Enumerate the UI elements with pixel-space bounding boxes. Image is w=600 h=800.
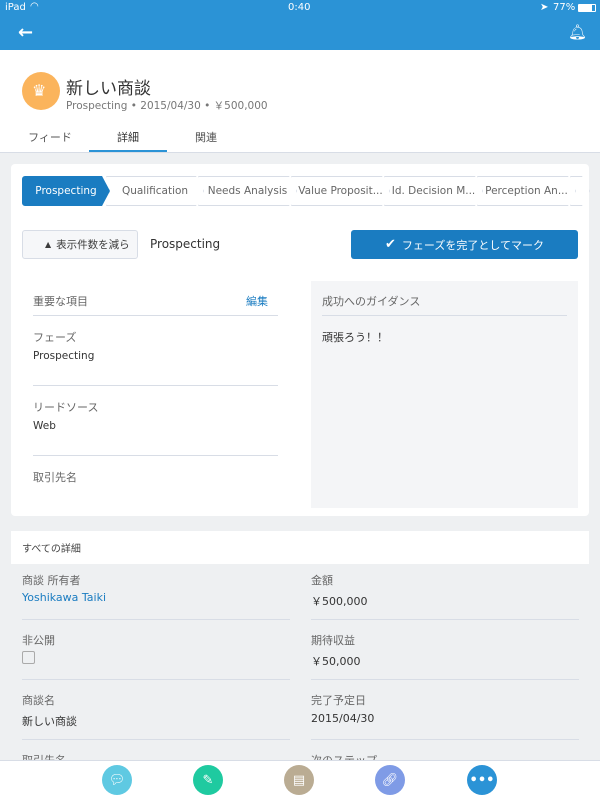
file-button[interactable]: ▤ bbox=[284, 765, 314, 795]
document-icon: ▤ bbox=[292, 772, 306, 788]
divider bbox=[311, 619, 579, 620]
field-label-close-date: 完了予定日 bbox=[311, 694, 366, 707]
device-label: iPad bbox=[5, 2, 26, 13]
battery-icon bbox=[578, 4, 596, 12]
back-arrow-icon[interactable]: ← bbox=[18, 22, 33, 43]
path-card: Prospecting Qualification Needs Analysis… bbox=[11, 164, 589, 516]
field-label-stage: フェーズ bbox=[33, 331, 77, 344]
field-label-expected-revenue: 期待収益 bbox=[311, 634, 355, 647]
page-title: 新しい商談 bbox=[66, 79, 151, 99]
field-value-stage: Prospecting bbox=[33, 350, 95, 362]
record-header: ♛ 新しい商談 Prospecting • 2015/04/30 • ￥500,… bbox=[0, 50, 600, 153]
pencil-icon: ✎ bbox=[202, 772, 214, 788]
path-step-perception-analysis[interactable]: Perception An... bbox=[477, 176, 576, 206]
owner-link[interactable]: Yoshikawa Taiki bbox=[22, 591, 106, 604]
opportunity-avatar: ♛ bbox=[22, 72, 60, 110]
field-label-amount: 金額 bbox=[311, 574, 333, 587]
all-details-header: すべての詳細 bbox=[11, 531, 589, 564]
mark-stage-complete-button[interactable]: ✔ フェーズを完了としてマーク bbox=[351, 230, 578, 259]
bell-icon[interactable]: 🔔︎ bbox=[568, 23, 587, 41]
all-details-title: すべての詳細 bbox=[22, 544, 81, 555]
checkmark-icon: ✔ bbox=[384, 237, 396, 252]
field-value-amount: ￥500,000 bbox=[311, 595, 368, 608]
field-label-account: 取引先名 bbox=[33, 471, 77, 484]
path-step-qualification[interactable]: Qualification bbox=[106, 176, 204, 206]
divider bbox=[22, 679, 290, 680]
location-icon: ➤ bbox=[540, 2, 549, 13]
field-value-close-date: 2015/04/30 bbox=[311, 712, 375, 725]
tab-details[interactable]: 詳細 bbox=[89, 129, 167, 145]
wifi-icon: ◠ bbox=[30, 1, 39, 12]
ellipsis-icon: ••• bbox=[469, 772, 495, 788]
guidance-panel: 成功へのガイダンス 頑張ろう！！ bbox=[311, 281, 578, 508]
guidance-title: 成功へのガイダンス bbox=[322, 295, 421, 308]
field-label-private: 非公開 bbox=[22, 634, 55, 647]
divider bbox=[311, 739, 579, 740]
crown-icon: ♛ bbox=[32, 81, 47, 100]
edit-link[interactable]: 編集 bbox=[246, 293, 268, 309]
divider bbox=[311, 679, 579, 680]
active-tab-indicator bbox=[89, 150, 167, 152]
field-label-owner: 商談 所有者 bbox=[22, 574, 81, 587]
divider bbox=[33, 315, 278, 316]
record-subtitle: Prospecting • 2015/04/30 • ￥500,000 bbox=[66, 100, 268, 112]
field-value-lead-source: Web bbox=[33, 420, 56, 432]
divider bbox=[22, 739, 290, 740]
clock: 0:40 bbox=[288, 2, 311, 13]
nav-bar: ← 🔔︎ bbox=[0, 16, 600, 50]
post-button[interactable]: 💬︎ bbox=[102, 765, 132, 795]
subtitle-stage: Prospecting bbox=[66, 100, 128, 112]
private-checkbox[interactable] bbox=[22, 651, 35, 664]
subtitle-amount: ￥500,000 bbox=[213, 100, 268, 112]
field-label-opportunity-name: 商談名 bbox=[22, 694, 55, 707]
more-button[interactable]: ••• bbox=[467, 765, 497, 795]
triangle-up-icon: ▲ bbox=[45, 240, 52, 249]
path-step-value-proposition[interactable]: Value Proposit... bbox=[291, 176, 390, 206]
mark-complete-label: フェーズを完了としてマーク bbox=[401, 238, 545, 252]
link-button[interactable]: 🔗︎ bbox=[375, 765, 405, 795]
link-icon: 🔗︎ bbox=[381, 772, 399, 788]
current-stage-label: Prospecting bbox=[150, 237, 221, 251]
action-bar: 💬︎ ✎ ▤ 🔗︎ ••• bbox=[0, 760, 600, 800]
divider bbox=[33, 385, 278, 386]
key-fields-title: 重要な項目 bbox=[33, 295, 88, 308]
path-step-prospecting[interactable]: Prospecting bbox=[22, 176, 110, 206]
divider bbox=[33, 455, 278, 456]
tab-related[interactable]: 関連 bbox=[167, 129, 245, 145]
path-step-id-decision-makers[interactable]: Id. Decision M... bbox=[384, 176, 483, 206]
subtitle-date: 2015/04/30 bbox=[140, 100, 201, 112]
speech-bubble-icon: 💬︎ bbox=[108, 772, 126, 788]
field-value-expected-revenue: ￥50,000 bbox=[311, 655, 361, 668]
collapse-label: 表示件数を減ら bbox=[56, 239, 130, 251]
field-label-lead-source: リードソース bbox=[33, 401, 99, 414]
divider bbox=[322, 315, 567, 316]
divider bbox=[22, 619, 290, 620]
guidance-text: 頑張ろう！！ bbox=[322, 331, 388, 344]
path-step-needs-analysis[interactable]: Needs Analysis bbox=[198, 176, 297, 206]
edit-button[interactable]: ✎ bbox=[193, 765, 223, 795]
collapse-button[interactable]: ▲ 表示件数を減ら bbox=[22, 230, 138, 259]
status-bar: iPad ◠ 0:40 ➤ 77% bbox=[0, 0, 600, 16]
tab-feed[interactable]: フィード bbox=[11, 129, 89, 145]
field-value-opportunity-name: 新しい商談 bbox=[22, 715, 77, 728]
battery-level: 77% bbox=[553, 2, 576, 13]
